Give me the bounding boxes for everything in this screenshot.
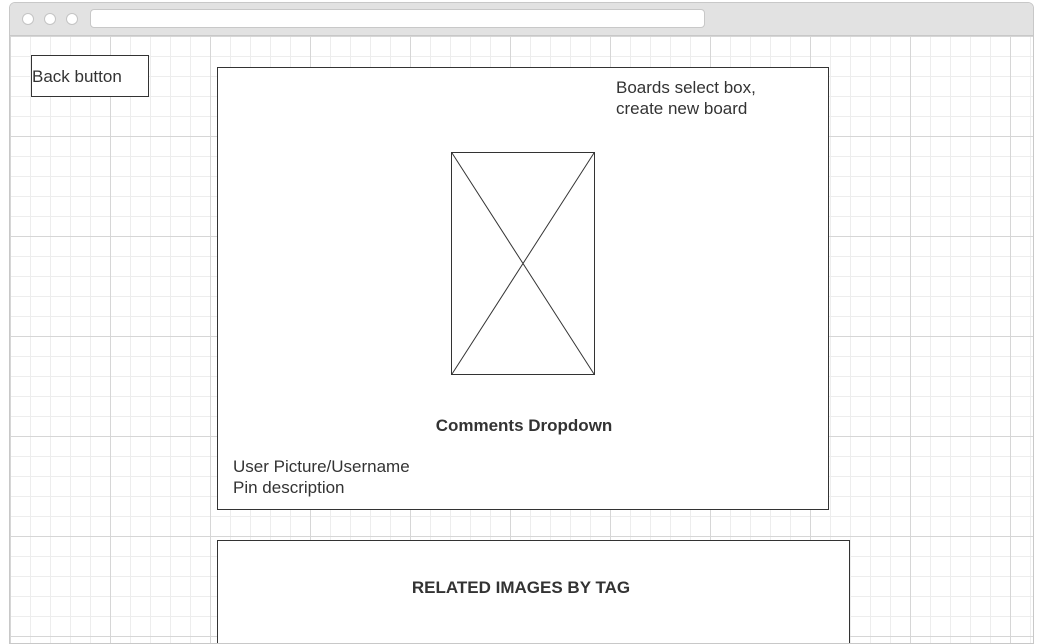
address-bar[interactable] xyxy=(90,9,705,28)
related-images-panel: RELATED IMAGES BY TAG xyxy=(217,540,850,643)
wireframe-canvas: Back button Boards select box, create ne… xyxy=(10,36,1033,643)
create-board-label: create new board xyxy=(616,99,748,118)
comments-dropdown[interactable]: Comments Dropdown xyxy=(218,415,828,436)
user-picture-username[interactable]: User Picture/Username xyxy=(233,456,410,477)
image-placeholder-icon xyxy=(452,153,594,374)
pin-detail-panel: Boards select box, create new board Comm… xyxy=(217,67,829,510)
comments-dropdown-label: Comments Dropdown xyxy=(435,416,613,435)
window-minimize-icon[interactable] xyxy=(44,13,56,25)
boards-select-box[interactable]: Boards select box, create new board xyxy=(616,77,816,119)
back-button[interactable]: Back button xyxy=(31,55,149,97)
browser-titlebar xyxy=(10,3,1033,36)
related-images-title: RELATED IMAGES BY TAG xyxy=(411,578,631,597)
browser-window: Back button Boards select box, create ne… xyxy=(9,2,1034,644)
pin-image-placeholder xyxy=(451,152,595,375)
window-close-icon[interactable] xyxy=(22,13,34,25)
pin-description: Pin description xyxy=(233,478,345,497)
boards-select-label: Boards select box, xyxy=(616,78,756,97)
back-button-label: Back button xyxy=(32,67,122,86)
window-maximize-icon[interactable] xyxy=(66,13,78,25)
pin-user-info: User Picture/Username Pin description xyxy=(233,456,410,498)
